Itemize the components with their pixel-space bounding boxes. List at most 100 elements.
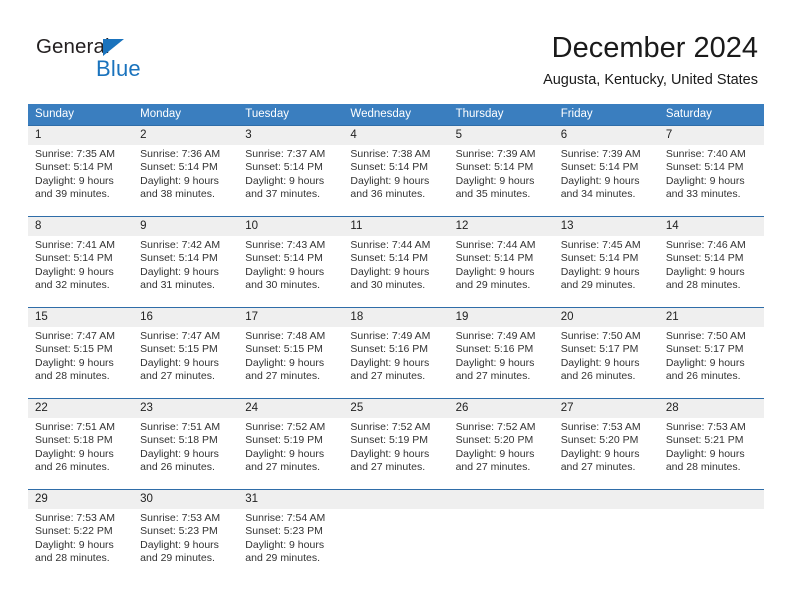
day-number[interactable]: 29: [28, 490, 133, 509]
daylight-text-line2: and 26 minutes.: [35, 461, 110, 474]
day-cell: Sunrise: 7:44 AM Sunset: 5:14 PM Dayligh…: [449, 236, 554, 307]
day-number[interactable]: 22: [28, 399, 133, 418]
day-cell-empty: [343, 509, 448, 580]
day-number[interactable]: 13: [554, 217, 659, 236]
daylight-text-line1: Daylight: 9 hours: [665, 356, 745, 369]
daylight-text-line2: and 27 minutes.: [245, 461, 320, 474]
day-number[interactable]: 5: [449, 126, 554, 145]
day-number[interactable]: 16: [133, 308, 238, 327]
day-number-row: 8 9 10 11 12 13 14: [28, 217, 764, 236]
daylight-text-line2: and 37 minutes.: [245, 188, 320, 201]
day-number[interactable]: 6: [554, 126, 659, 145]
day-number[interactable]: 4: [343, 126, 448, 145]
day-number[interactable]: 27: [554, 399, 659, 418]
daylight-text-line1: Daylight: 9 hours: [560, 174, 640, 187]
day-number[interactable]: 9: [133, 217, 238, 236]
daylight-text-line2: and 39 minutes.: [35, 188, 110, 201]
daylight-text-line2: and 34 minutes.: [560, 188, 636, 201]
day-number[interactable]: 11: [343, 217, 448, 236]
day-number[interactable]: 21: [659, 308, 764, 327]
daylight-text-line2: and 30 minutes.: [245, 279, 320, 292]
sunrise-text: Sunrise: 7:37 AM: [245, 148, 326, 160]
day-number-row: 15 16 17 18 19 20 21: [28, 308, 764, 327]
month-calendar: Sunday Monday Tuesday Wednesday Thursday…: [28, 104, 764, 580]
daylight-text-line2: and 27 minutes.: [350, 461, 426, 474]
general-blue-logo[interactable]: General Blue: [36, 36, 216, 92]
daylight-text-line1: Daylight: 9 hours: [140, 538, 219, 551]
calendar-week-row: 29 30 31 Sunrise: 7:53 AM Sunset: 5:22 P…: [28, 489, 764, 580]
day-number-empty: [658, 490, 764, 509]
sunrise-text: Sunrise: 7:50 AM: [560, 330, 641, 342]
sunrise-text: Sunrise: 7:47 AM: [35, 330, 115, 342]
daylight-text-line1: Daylight: 9 hours: [665, 265, 745, 278]
daylight-text-line1: Daylight: 9 hours: [350, 265, 430, 278]
sunset-text: Sunset: 5:15 PM: [35, 343, 113, 356]
day-number[interactable]: 28: [659, 399, 764, 418]
day-number[interactable]: 19: [449, 308, 554, 327]
day-cell: Sunrise: 7:48 AM Sunset: 5:15 PM Dayligh…: [238, 327, 343, 398]
day-number[interactable]: 3: [238, 126, 343, 145]
weekday-header-sunday: Sunday: [35, 108, 75, 120]
sunrise-text: Sunrise: 7:52 AM: [350, 421, 431, 433]
day-cell: Sunrise: 7:49 AM Sunset: 5:16 PM Dayligh…: [449, 327, 554, 398]
day-number[interactable]: 10: [238, 217, 343, 236]
day-number[interactable]: 23: [133, 399, 238, 418]
day-detail-row: Sunrise: 7:35 AM Sunset: 5:14 PM Dayligh…: [28, 145, 764, 216]
sunset-text: Sunset: 5:18 PM: [35, 434, 113, 447]
day-number[interactable]: 2: [133, 126, 238, 145]
day-number[interactable]: 18: [343, 308, 448, 327]
sunset-text: Sunset: 5:17 PM: [560, 343, 639, 356]
day-number[interactable]: 17: [238, 308, 343, 327]
calendar-week-row: 22 23 24 25 26 27 28 Sunrise: 7:51 AM Su…: [28, 398, 764, 489]
sunrise-text: Sunrise: 7:52 AM: [455, 421, 536, 433]
day-number[interactable]: 26: [449, 399, 554, 418]
daylight-text-line1: Daylight: 9 hours: [350, 356, 430, 369]
day-number[interactable]: 8: [28, 217, 133, 236]
daylight-text-line2: and 27 minutes.: [350, 370, 426, 383]
day-cell-empty: [554, 509, 659, 580]
day-number-row: 1 2 3 4 5 6 7: [28, 126, 764, 145]
daylight-text-line1: Daylight: 9 hours: [455, 174, 535, 187]
day-number[interactable]: 12: [449, 217, 554, 236]
daylight-text-line1: Daylight: 9 hours: [245, 538, 325, 551]
sunset-text: Sunset: 5:14 PM: [560, 161, 639, 174]
day-number[interactable]: 25: [343, 399, 448, 418]
day-number[interactable]: 31: [238, 490, 343, 509]
sunset-text: Sunset: 5:23 PM: [140, 525, 218, 538]
sunrise-text: Sunrise: 7:52 AM: [245, 421, 326, 433]
day-number[interactable]: 30: [133, 490, 238, 509]
sunrise-text: Sunrise: 7:40 AM: [665, 148, 746, 160]
daylight-text-line1: Daylight: 9 hours: [350, 447, 430, 460]
day-cell: Sunrise: 7:39 AM Sunset: 5:14 PM Dayligh…: [449, 145, 554, 216]
daylight-text-line2: and 29 minutes.: [560, 279, 636, 292]
day-cell: Sunrise: 7:42 AM Sunset: 5:14 PM Dayligh…: [133, 236, 238, 307]
day-number[interactable]: 24: [238, 399, 343, 418]
weekday-header-tuesday: Tuesday: [245, 108, 289, 120]
day-detail-row: Sunrise: 7:51 AM Sunset: 5:18 PM Dayligh…: [28, 418, 764, 489]
daylight-text-line1: Daylight: 9 hours: [455, 265, 535, 278]
day-number-row: 22 23 24 25 26 27 28: [28, 399, 764, 418]
daylight-text-line2: and 27 minutes.: [455, 370, 531, 383]
sunrise-text: Sunrise: 7:42 AM: [140, 239, 221, 251]
day-number[interactable]: 14: [659, 217, 764, 236]
day-number[interactable]: 7: [659, 126, 764, 145]
logo-text-general: General: [36, 35, 110, 58]
daylight-text-line2: and 27 minutes.: [560, 461, 636, 474]
daylight-text-line2: and 29 minutes.: [455, 279, 531, 292]
daylight-text-line1: Daylight: 9 hours: [245, 447, 325, 460]
day-number[interactable]: 20: [554, 308, 659, 327]
sunset-text: Sunset: 5:14 PM: [665, 252, 744, 265]
calendar-week-row: 1 2 3 4 5 6 7 Sunrise: 7:35 AM Sunset: 5…: [28, 125, 764, 216]
sunset-text: Sunset: 5:20 PM: [560, 434, 639, 447]
sunset-text: Sunset: 5:14 PM: [350, 252, 429, 265]
daylight-text-line2: and 28 minutes.: [35, 552, 110, 565]
daylight-text-line1: Daylight: 9 hours: [140, 174, 219, 187]
sunrise-text: Sunrise: 7:50 AM: [665, 330, 746, 342]
day-number[interactable]: 15: [28, 308, 133, 327]
day-cell: Sunrise: 7:52 AM Sunset: 5:19 PM Dayligh…: [343, 418, 448, 489]
day-number[interactable]: 1: [28, 126, 133, 145]
daylight-text-line1: Daylight: 9 hours: [560, 447, 640, 460]
sunrise-text: Sunrise: 7:44 AM: [455, 239, 536, 251]
daylight-text-line2: and 35 minutes.: [455, 188, 531, 201]
calendar-week-row: 15 16 17 18 19 20 21 Sunrise: 7:47 AM Su…: [28, 307, 764, 398]
